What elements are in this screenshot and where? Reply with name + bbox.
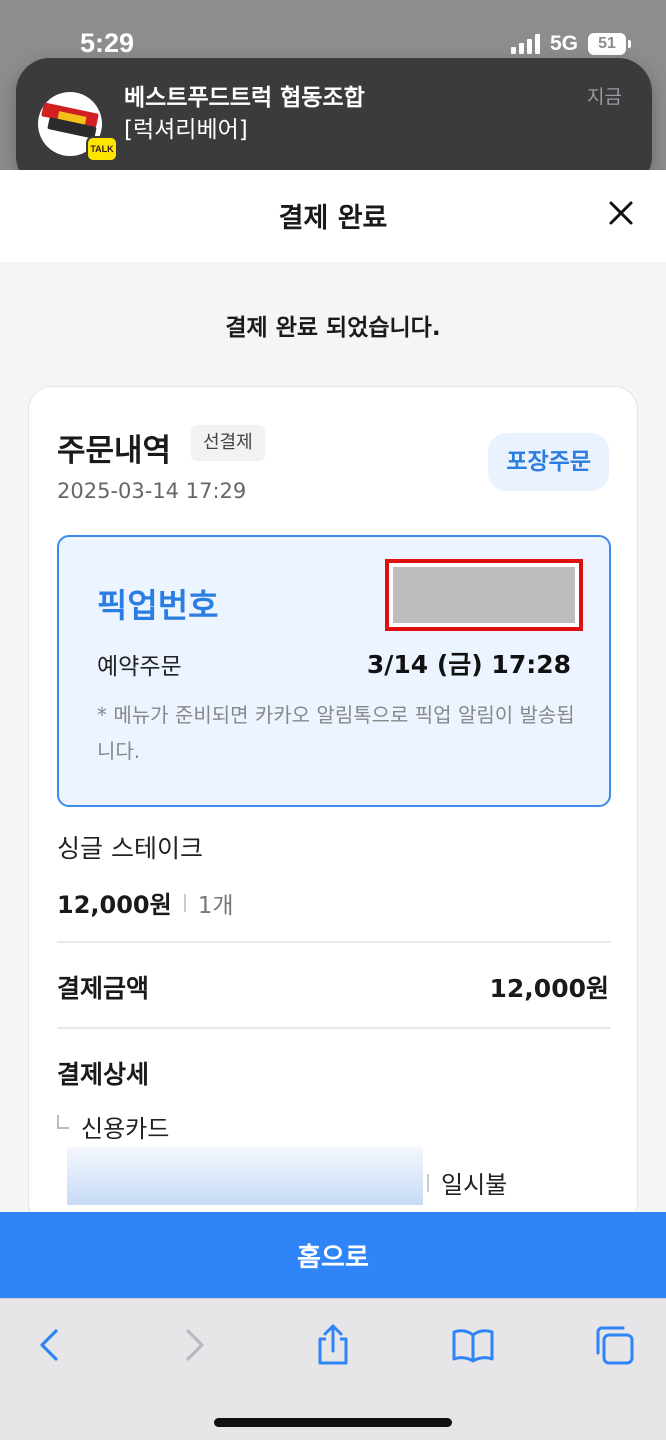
- battery-icon: 51: [588, 33, 631, 55]
- installment-row: 일시불: [427, 1165, 507, 1200]
- branch-icon: [57, 1114, 69, 1129]
- pickup-number-redacted: [385, 559, 583, 631]
- notification-time: 지금: [587, 86, 622, 108]
- menu-item-quantity: 1개: [197, 892, 234, 919]
- signal-icon: [510, 34, 540, 54]
- divider: [57, 941, 611, 943]
- reserve-label: 예약주문: [97, 654, 182, 680]
- home-button[interactable]: 홈으로: [0, 1212, 666, 1298]
- payment-method-row: 신용카드: [57, 1109, 169, 1144]
- divider: [427, 1173, 429, 1192]
- divider: [183, 893, 186, 912]
- reserve-time: 3/14 (금) 17:28: [366, 650, 571, 679]
- total-value: 12,000원: [489, 974, 609, 1003]
- order-card: 주문내역 선결제 2025-03-14 17:29 포장주문 픽업번호 예약주문…: [28, 386, 638, 1226]
- total-label: 결제금액: [57, 974, 150, 1003]
- home-indicator: [214, 1418, 452, 1427]
- payment-detail-title: 결제상세: [57, 1060, 150, 1089]
- share-icon[interactable]: [311, 1323, 355, 1367]
- completion-message: 결제 완료 되었습니다.: [225, 315, 441, 341]
- divider: [57, 1027, 611, 1029]
- card-number-redacted: [67, 1147, 423, 1205]
- order-title: 주문내역: [57, 433, 172, 469]
- pickup-info-box: 픽업번호 예약주문 3/14 (금) 17:28 * 메뉴가 준비되면 카카오 …: [57, 535, 611, 807]
- installment-type: 일시불: [441, 1171, 508, 1199]
- pickup-label: 픽업번호: [97, 586, 219, 625]
- page-header: 결제 완료: [0, 170, 666, 262]
- back-icon[interactable]: [28, 1323, 72, 1367]
- forward-icon[interactable]: [172, 1323, 216, 1367]
- payment-tag: 선결제: [191, 425, 265, 461]
- battery-level: 51: [598, 35, 616, 52]
- menu-item-name: 싱글 스테이크: [57, 834, 203, 863]
- menu-item-price-row: 12,000원 1개: [57, 885, 234, 920]
- pickup-note: * 메뉴가 준비되면 카카오 알림톡으로 픽업 알림이 발송됩니다.: [97, 703, 575, 763]
- close-icon[interactable]: [606, 198, 636, 228]
- page-title: 결제 완료: [278, 203, 388, 234]
- status-time: 5:29: [80, 28, 135, 58]
- tabs-icon[interactable]: [592, 1323, 636, 1367]
- kakaotalk-badge-icon: TALK: [86, 136, 118, 162]
- notification-title: 베스트푸드트럭 협동조합: [124, 85, 365, 111]
- menu-item-price: 12,000원: [57, 891, 172, 919]
- notification-subtitle: [럭셔리베어]: [124, 117, 248, 143]
- payment-method: 신용카드: [81, 1115, 170, 1143]
- status-indicators: 5G 51: [510, 32, 631, 56]
- order-type-badge: 포장주문: [488, 433, 609, 491]
- bookmarks-icon[interactable]: [451, 1323, 495, 1367]
- order-datetime: 2025-03-14 17:29: [57, 479, 247, 503]
- network-label: 5G: [549, 32, 578, 55]
